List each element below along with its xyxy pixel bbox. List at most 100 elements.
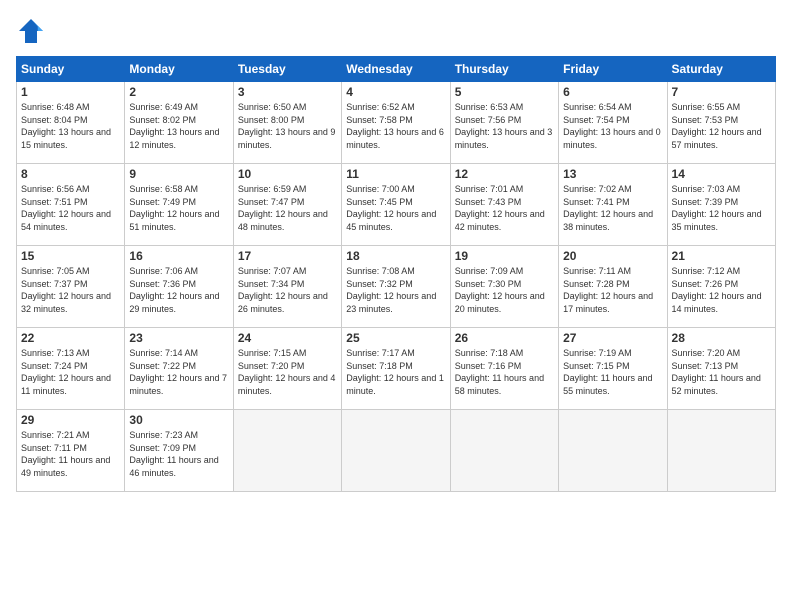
calendar-day-cell: 26 Sunrise: 7:18 AMSunset: 7:16 PMDaylig… [450,328,558,410]
day-number: 9 [129,167,228,181]
day-info: Sunrise: 7:05 AMSunset: 7:37 PMDaylight:… [21,266,111,314]
weekday-header-cell: Friday [559,57,667,82]
day-number: 18 [346,249,445,263]
calendar-day-cell: 7 Sunrise: 6:55 AMSunset: 7:53 PMDayligh… [667,82,775,164]
day-number: 28 [672,331,771,345]
calendar-day-cell: 27 Sunrise: 7:19 AMSunset: 7:15 PMDaylig… [559,328,667,410]
weekday-header-cell: Monday [125,57,233,82]
calendar-week-row: 29 Sunrise: 7:21 AMSunset: 7:11 PMDaylig… [17,410,776,492]
logo [16,16,50,46]
day-info: Sunrise: 7:11 AMSunset: 7:28 PMDaylight:… [563,266,653,314]
calendar-day-cell [667,410,775,492]
calendar-day-cell: 10 Sunrise: 6:59 AMSunset: 7:47 PMDaylig… [233,164,341,246]
calendar-day-cell: 6 Sunrise: 6:54 AMSunset: 7:54 PMDayligh… [559,82,667,164]
calendar-day-cell: 30 Sunrise: 7:23 AMSunset: 7:09 PMDaylig… [125,410,233,492]
day-info: Sunrise: 6:53 AMSunset: 7:56 PMDaylight:… [455,102,553,150]
weekday-header-cell: Thursday [450,57,558,82]
header [16,16,776,46]
day-info: Sunrise: 6:58 AMSunset: 7:49 PMDaylight:… [129,184,219,232]
day-number: 5 [455,85,554,99]
calendar-week-row: 1 Sunrise: 6:48 AMSunset: 8:04 PMDayligh… [17,82,776,164]
calendar-week-row: 8 Sunrise: 6:56 AMSunset: 7:51 PMDayligh… [17,164,776,246]
calendar-day-cell: 28 Sunrise: 7:20 AMSunset: 7:13 PMDaylig… [667,328,775,410]
logo-icon [16,16,46,46]
day-info: Sunrise: 6:49 AMSunset: 8:02 PMDaylight:… [129,102,219,150]
weekday-header-cell: Saturday [667,57,775,82]
day-number: 22 [21,331,120,345]
day-number: 24 [238,331,337,345]
day-number: 6 [563,85,662,99]
calendar-day-cell: 18 Sunrise: 7:08 AMSunset: 7:32 PMDaylig… [342,246,450,328]
calendar-day-cell: 20 Sunrise: 7:11 AMSunset: 7:28 PMDaylig… [559,246,667,328]
day-info: Sunrise: 6:56 AMSunset: 7:51 PMDaylight:… [21,184,111,232]
day-info: Sunrise: 7:02 AMSunset: 7:41 PMDaylight:… [563,184,653,232]
day-info: Sunrise: 6:48 AMSunset: 8:04 PMDaylight:… [21,102,111,150]
calendar-day-cell: 19 Sunrise: 7:09 AMSunset: 7:30 PMDaylig… [450,246,558,328]
calendar-day-cell [233,410,341,492]
day-number: 15 [21,249,120,263]
calendar-day-cell: 15 Sunrise: 7:05 AMSunset: 7:37 PMDaylig… [17,246,125,328]
day-number: 7 [672,85,771,99]
calendar-day-cell: 16 Sunrise: 7:06 AMSunset: 7:36 PMDaylig… [125,246,233,328]
day-info: Sunrise: 7:06 AMSunset: 7:36 PMDaylight:… [129,266,219,314]
day-number: 10 [238,167,337,181]
calendar-body: 1 Sunrise: 6:48 AMSunset: 8:04 PMDayligh… [17,82,776,492]
weekday-header-cell: Wednesday [342,57,450,82]
day-info: Sunrise: 6:52 AMSunset: 7:58 PMDaylight:… [346,102,444,150]
calendar-day-cell: 29 Sunrise: 7:21 AMSunset: 7:11 PMDaylig… [17,410,125,492]
calendar-day-cell: 21 Sunrise: 7:12 AMSunset: 7:26 PMDaylig… [667,246,775,328]
day-number: 25 [346,331,445,345]
day-number: 26 [455,331,554,345]
calendar-day-cell: 23 Sunrise: 7:14 AMSunset: 7:22 PMDaylig… [125,328,233,410]
day-number: 4 [346,85,445,99]
day-number: 16 [129,249,228,263]
calendar-day-cell: 17 Sunrise: 7:07 AMSunset: 7:34 PMDaylig… [233,246,341,328]
calendar-day-cell: 24 Sunrise: 7:15 AMSunset: 7:20 PMDaylig… [233,328,341,410]
calendar-day-cell: 5 Sunrise: 6:53 AMSunset: 7:56 PMDayligh… [450,82,558,164]
calendar-day-cell [559,410,667,492]
day-info: Sunrise: 6:54 AMSunset: 7:54 PMDaylight:… [563,102,661,150]
calendar-day-cell: 13 Sunrise: 7:02 AMSunset: 7:41 PMDaylig… [559,164,667,246]
calendar-day-cell: 22 Sunrise: 7:13 AMSunset: 7:24 PMDaylig… [17,328,125,410]
calendar-day-cell: 25 Sunrise: 7:17 AMSunset: 7:18 PMDaylig… [342,328,450,410]
day-number: 13 [563,167,662,181]
day-number: 20 [563,249,662,263]
day-number: 29 [21,413,120,427]
day-number: 8 [21,167,120,181]
calendar-day-cell: 14 Sunrise: 7:03 AMSunset: 7:39 PMDaylig… [667,164,775,246]
day-number: 3 [238,85,337,99]
calendar-week-row: 15 Sunrise: 7:05 AMSunset: 7:37 PMDaylig… [17,246,776,328]
day-info: Sunrise: 7:07 AMSunset: 7:34 PMDaylight:… [238,266,328,314]
day-info: Sunrise: 7:14 AMSunset: 7:22 PMDaylight:… [129,348,227,396]
day-info: Sunrise: 7:01 AMSunset: 7:43 PMDaylight:… [455,184,545,232]
weekday-header-cell: Tuesday [233,57,341,82]
day-info: Sunrise: 7:23 AMSunset: 7:09 PMDaylight:… [129,430,218,478]
day-number: 19 [455,249,554,263]
day-info: Sunrise: 7:08 AMSunset: 7:32 PMDaylight:… [346,266,436,314]
day-info: Sunrise: 7:00 AMSunset: 7:45 PMDaylight:… [346,184,436,232]
day-number: 27 [563,331,662,345]
calendar-day-cell: 2 Sunrise: 6:49 AMSunset: 8:02 PMDayligh… [125,82,233,164]
day-info: Sunrise: 7:17 AMSunset: 7:18 PMDaylight:… [346,348,444,396]
day-info: Sunrise: 6:59 AMSunset: 7:47 PMDaylight:… [238,184,328,232]
calendar-day-cell [450,410,558,492]
day-info: Sunrise: 7:09 AMSunset: 7:30 PMDaylight:… [455,266,545,314]
calendar-day-cell [342,410,450,492]
calendar-day-cell: 12 Sunrise: 7:01 AMSunset: 7:43 PMDaylig… [450,164,558,246]
day-info: Sunrise: 7:03 AMSunset: 7:39 PMDaylight:… [672,184,762,232]
calendar-day-cell: 11 Sunrise: 7:00 AMSunset: 7:45 PMDaylig… [342,164,450,246]
calendar-day-cell: 4 Sunrise: 6:52 AMSunset: 7:58 PMDayligh… [342,82,450,164]
day-number: 21 [672,249,771,263]
calendar-day-cell: 3 Sunrise: 6:50 AMSunset: 8:00 PMDayligh… [233,82,341,164]
calendar-day-cell: 9 Sunrise: 6:58 AMSunset: 7:49 PMDayligh… [125,164,233,246]
calendar-day-cell: 1 Sunrise: 6:48 AMSunset: 8:04 PMDayligh… [17,82,125,164]
day-number: 12 [455,167,554,181]
day-number: 2 [129,85,228,99]
day-info: Sunrise: 6:55 AMSunset: 7:53 PMDaylight:… [672,102,762,150]
weekday-header-row: SundayMondayTuesdayWednesdayThursdayFrid… [17,57,776,82]
day-info: Sunrise: 7:19 AMSunset: 7:15 PMDaylight:… [563,348,652,396]
calendar-table: SundayMondayTuesdayWednesdayThursdayFrid… [16,56,776,492]
day-info: Sunrise: 7:15 AMSunset: 7:20 PMDaylight:… [238,348,336,396]
day-info: Sunrise: 6:50 AMSunset: 8:00 PMDaylight:… [238,102,336,150]
day-number: 17 [238,249,337,263]
